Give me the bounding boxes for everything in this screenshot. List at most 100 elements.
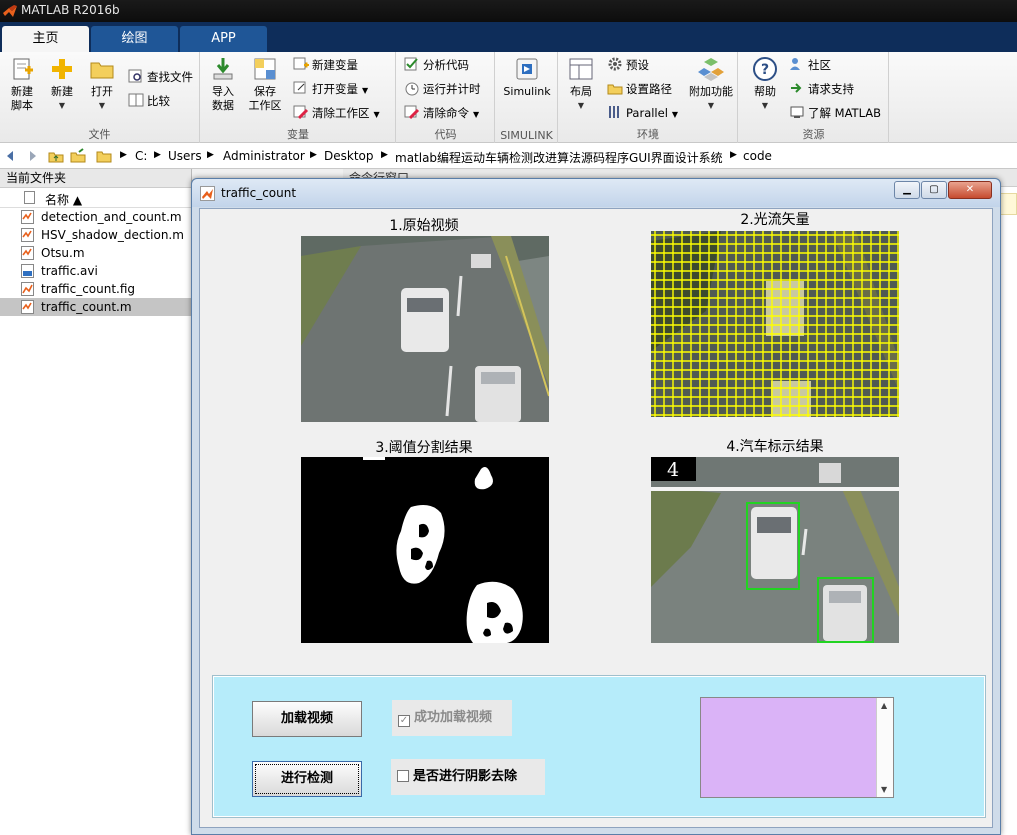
layout-button[interactable]: 布局 ▼ [563, 56, 599, 113]
addons-button[interactable]: 附加功能 ▼ [687, 56, 735, 113]
maximize-icon: ▢ [929, 184, 939, 195]
community-button[interactable]: 社区 [789, 55, 831, 75]
gear-icon [608, 57, 622, 71]
matlab-titlebar: MATLAB R2016b [0, 0, 1017, 22]
file-name: traffic_count.fig [41, 282, 136, 296]
open-button[interactable]: 打开 ▼ [84, 56, 120, 113]
clear-commands-button[interactable]: 清除命令 ▼ [404, 103, 479, 123]
new-variable-button[interactable]: 新建变量 [293, 55, 358, 75]
load-video-button[interactable]: 加载视频 [252, 701, 362, 737]
axes-2-optical-flow [651, 231, 899, 417]
close-icon: ✕ [965, 184, 975, 195]
minimize-button[interactable]: ▁ [894, 181, 920, 199]
file-row[interactable]: traffic.avi [0, 262, 191, 280]
group-variable-label: 变量 [287, 128, 309, 141]
breadcrumb-drive[interactable]: C: [135, 149, 147, 163]
plus-icon [52, 59, 72, 79]
file-name: Otsu.m [41, 246, 85, 260]
current-folder-title: 当前文件夹 [0, 169, 191, 188]
import-data-button[interactable]: 导入 数据 [205, 56, 241, 113]
new-variable-icon [293, 57, 309, 70]
axes-2-label: 2.光流矢量 [740, 212, 810, 228]
new-button[interactable]: 新建 ▼ [44, 56, 80, 113]
figure-window: traffic_count ▁ ▢ ✕ 1.原始视频 2.光流矢量 3.阈值分割… [191, 178, 1001, 835]
vehicle-count-text: 4 [667, 459, 679, 481]
open-variable-button[interactable]: 打开变量 ▼ [293, 79, 368, 99]
learn-matlab-button[interactable]: 了解 MATLAB [789, 103, 881, 123]
svg-text:?: ? [761, 62, 769, 78]
help-button[interactable]: ? 帮助 ▼ [747, 56, 783, 113]
breadcrumb-separator: ▶ [154, 150, 161, 160]
checkbox-box [397, 770, 409, 782]
breadcrumb-separator: ▶ [310, 150, 317, 160]
simulink-button[interactable]: Simulink [502, 56, 552, 99]
breadcrumb-separator: ▶ [120, 150, 127, 160]
group-simulink: Simulink SIMULINK [496, 52, 558, 143]
learn-matlab-label: 了解 MATLAB [808, 106, 882, 120]
name-column-header[interactable]: 名称 ▲ [0, 188, 191, 208]
chevron-down-icon: ▼ [373, 110, 380, 119]
browse-folder-icon[interactable] [70, 148, 86, 164]
open-label: 打开 [91, 85, 113, 98]
scroll-up-arrow-icon[interactable]: ▲ [881, 701, 887, 710]
figure-body: 1.原始视频 2.光流矢量 3.阈值分割结果 4.汽车标示结果 4 加载视频 进… [199, 208, 993, 828]
compare-label: 比较 [147, 94, 170, 108]
listbox-scrollbar[interactable]: ▲ ▼ [876, 698, 893, 797]
file-name: HSV_shadow_dection.m [41, 228, 184, 242]
set-path-button[interactable]: 设置路径 [607, 79, 672, 99]
group-resources-label: 资源 [802, 128, 825, 141]
folder-up-icon[interactable] [48, 148, 64, 164]
address-bar: ▶ C: ▶ Users ▶ Administrator ▶ Desktop ▶… [0, 143, 1017, 169]
analyze-code-button[interactable]: 分析代码 [404, 55, 469, 75]
request-support-icon [791, 83, 802, 93]
breadcrumb-desktop[interactable]: Desktop [324, 149, 374, 163]
file-row[interactable]: traffic_count.fig [0, 280, 191, 298]
output-listbox[interactable]: ▲ ▼ [700, 697, 894, 798]
save-workspace-button[interactable]: 保存 工作区 [245, 56, 285, 113]
file-row[interactable]: HSV_shadow_dection.m [0, 226, 191, 244]
run-and-time-button[interactable]: 运行并计时 [404, 79, 481, 99]
group-code-label: 代码 [434, 128, 457, 141]
tab-plots[interactable]: 绘图 [91, 26, 178, 52]
tab-home[interactable]: 主页 [2, 26, 89, 52]
request-support-button[interactable]: 请求支持 [789, 79, 854, 99]
group-code: 分析代码 运行并计时 清除命令 ▼ 代码 [397, 52, 495, 143]
clear-workspace-button[interactable]: 清除工作区 ▼ [293, 103, 380, 123]
preferences-button[interactable]: 预设 [607, 55, 649, 75]
breadcrumb-code[interactable]: code [743, 149, 772, 163]
run-detection-button[interactable]: 进行检测 [252, 761, 362, 797]
maximize-button[interactable]: ▢ [921, 181, 947, 199]
new-script-button[interactable]: 新建 脚本 [4, 56, 40, 113]
scroll-down-arrow-icon[interactable]: ▼ [881, 785, 887, 794]
video-loaded-checkbox[interactable]: ✓ 成功加载视频 [392, 700, 512, 736]
parallel-button[interactable]: Parallel ▼ [607, 103, 678, 123]
breadcrumb-administrator[interactable]: Administrator [223, 149, 305, 163]
close-button[interactable]: ✕ [948, 181, 992, 199]
axes-3-label: 3.阈值分割结果 [375, 440, 473, 456]
layout-label: 布局 [570, 85, 592, 98]
run-and-time-label: 运行并计时 [423, 82, 481, 96]
new-script-label: 新建 脚本 [11, 85, 33, 112]
simulink-label: Simulink [503, 85, 551, 98]
file-list: detection_and_count.m HSV_shadow_dection.… [0, 208, 191, 316]
folder-icon [96, 151, 112, 163]
parallel-icon [609, 106, 619, 118]
breadcrumb-project-folder[interactable]: matlab编程运动车辆检测改进算法源码程序GUI界面设计系统 [395, 149, 723, 166]
file-row[interactable]: detection_and_count.m [0, 208, 191, 226]
file-row[interactable]: traffic_count.m [0, 298, 191, 316]
analyze-code-label: 分析代码 [423, 58, 469, 72]
minimize-icon: ▁ [903, 184, 911, 195]
m-file-icon [21, 210, 34, 224]
tab-apps[interactable]: APP [180, 26, 267, 52]
find-files-button[interactable]: 查找文件 [128, 67, 193, 87]
back-arrow-icon[interactable] [3, 148, 19, 164]
compare-button[interactable]: 比较 [128, 91, 170, 111]
forward-arrow-icon[interactable] [24, 148, 40, 164]
clear-commands-icon [404, 105, 420, 120]
matlab-logo-icon [3, 5, 17, 17]
breadcrumb-users[interactable]: Users [168, 149, 202, 163]
file-row[interactable]: Otsu.m [0, 244, 191, 262]
shadow-removal-checkbox[interactable]: 是否进行阴影去除 [391, 759, 545, 795]
group-simulink-label: SIMULINK [500, 129, 553, 142]
addons-icon [698, 58, 724, 81]
